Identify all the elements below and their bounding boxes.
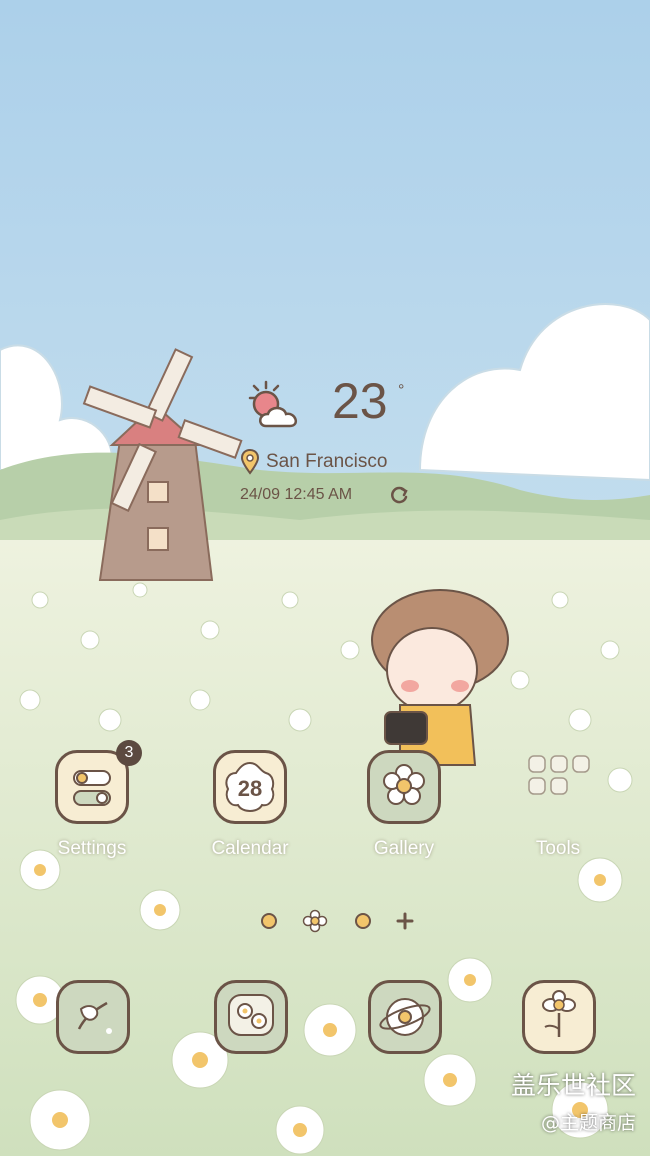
app-calendar[interactable]: 28 Calendar: [190, 750, 310, 865]
calendar-day: 28: [238, 776, 262, 801]
app-tools[interactable]: Tools: [498, 750, 618, 865]
dock-camera[interactable]: [522, 980, 596, 1054]
app-label-tools: Tools: [535, 838, 581, 859]
dock-messages[interactable]: [214, 980, 288, 1054]
app-gallery[interactable]: Gallery: [344, 750, 464, 865]
calendar-icon: 28: [213, 750, 287, 824]
page-dot: [355, 913, 371, 929]
dock-browser[interactable]: [368, 980, 442, 1054]
messages-flower-icon: [228, 994, 274, 1036]
temperature: 23: [332, 373, 388, 429]
app-label-calendar: Calendar: [211, 838, 289, 859]
watermark-line-2: @主题商店: [540, 1112, 636, 1134]
phone-flower-icon: [77, 1001, 112, 1034]
watermark: 盖乐世社区 @主题商店: [511, 1066, 636, 1135]
flower-gallery-icon: [367, 750, 441, 824]
location-pin-icon: [240, 449, 260, 475]
notification-badge: 3: [116, 740, 142, 766]
weather-city: San Francisco: [266, 451, 388, 472]
app-label-settings: Settings: [57, 838, 127, 859]
app-settings[interactable]: 3 Settings: [32, 740, 152, 865]
add-page-icon: [396, 912, 414, 930]
weather-datetime: 24/09 12:45 AM: [240, 486, 353, 503]
tools-folder-icon: [521, 750, 595, 824]
dock-phone[interactable]: [56, 980, 130, 1054]
page-dot-current: [302, 909, 328, 933]
browser-flower-icon: [379, 998, 431, 1036]
partly-cloudy-icon: [248, 380, 298, 428]
page-dot: [261, 913, 277, 929]
page-indicator[interactable]: [255, 906, 425, 936]
app-label-gallery: Gallery: [373, 838, 435, 859]
weather-widget[interactable]: 23 ° San Francisco 24/09 12:45 AM: [0, 0, 650, 520]
refresh-icon[interactable]: [391, 486, 409, 504]
watermark-line-1: 盖乐世社区: [510, 1071, 636, 1100]
degree-symbol: °: [398, 382, 405, 399]
camera-flower-icon: [542, 990, 576, 1037]
